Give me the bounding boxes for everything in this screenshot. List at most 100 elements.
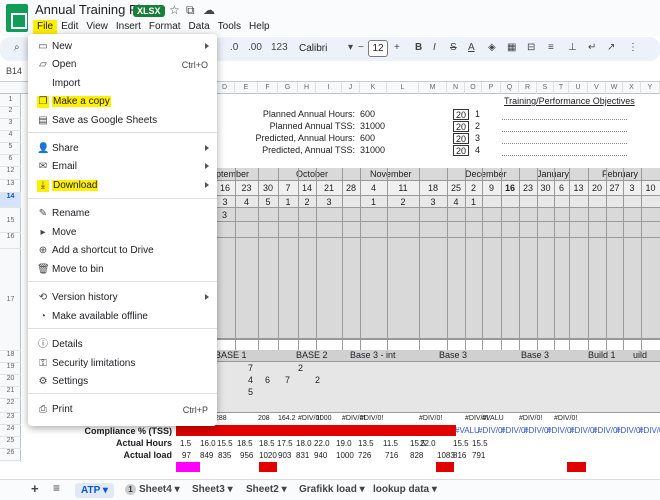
row-header[interactable]: 4 (0, 131, 21, 143)
date-cell[interactable]: 21 (316, 183, 342, 193)
date-cell[interactable]: 14 (298, 183, 316, 193)
file-menu-download[interactable]: ⤓ Download (28, 177, 217, 195)
column-header[interactable]: F (258, 82, 278, 94)
objective-priority[interactable]: 20 (453, 133, 469, 144)
row-header[interactable]: 16 (0, 233, 21, 249)
file-menu-save-as-sheets[interactable]: ▤ Save as Google Sheets (28, 112, 217, 130)
week-cell[interactable]: 3 (316, 197, 342, 207)
strikethrough-icon[interactable]: S (450, 42, 457, 53)
actual-load-cell[interactable]: 956 (240, 451, 253, 460)
actual-load-cell[interactable]: 97 (182, 451, 191, 460)
add-sheet-icon[interactable]: + (31, 481, 39, 496)
actual-load-cell[interactable]: 791 (472, 451, 485, 460)
actual-hours-cell[interactable]: 16.0 (200, 439, 216, 448)
row23-cell[interactable]: 164.2 (278, 415, 296, 422)
actual-hours-cell[interactable]: 1.5 (180, 439, 191, 448)
date-cell[interactable]: 4 (360, 183, 387, 193)
row-header[interactable]: 1 (0, 96, 21, 107)
menu-edit[interactable]: Edit (57, 20, 82, 34)
column-header[interactable]: X (623, 82, 641, 94)
date-cell[interactable]: 23 (519, 183, 537, 193)
column-header[interactable]: H (298, 82, 316, 94)
row-header[interactable]: 12 (0, 167, 21, 180)
number-format-button[interactable]: 123 (271, 42, 288, 53)
file-menu-add-shortcut[interactable]: ⊕ Add a shortcut to Drive (28, 242, 217, 260)
row19-value[interactable]: 2 (298, 363, 303, 373)
row-header[interactable]: 15 (0, 208, 21, 233)
menu-tools[interactable]: Tools (214, 20, 245, 34)
menu-insert[interactable]: Insert (112, 20, 145, 34)
row-header[interactable]: 20 (0, 375, 21, 387)
text-color-icon[interactable]: A (468, 42, 475, 53)
row-header[interactable]: 2 (0, 107, 21, 119)
sheet-tab-lookup-data[interactable]: lookup data ▾ (373, 484, 437, 495)
week-cell[interactable]: 4 (235, 197, 258, 207)
file-menu-offline[interactable]: ◔ Make available offline (28, 308, 217, 326)
file-menu-move[interactable]: ▸ Move (28, 224, 217, 242)
row23-cell[interactable]: #VALU (482, 415, 504, 422)
date-cell[interactable]: 20 (588, 183, 606, 193)
menu-view[interactable]: View (82, 20, 112, 34)
column-header[interactable]: J (342, 82, 360, 94)
compliance-cell[interactable]: #DIV/0! (639, 426, 660, 435)
sheet-tab-grafikk-load[interactable]: Grafikk load ▾ (299, 484, 365, 495)
planned-tss-value[interactable]: 31000 (360, 121, 385, 131)
row23-cell[interactable]: #DIV/0! (519, 415, 542, 422)
row23-cell[interactable]: 208 (258, 415, 270, 422)
column-header[interactable]: T (554, 82, 569, 94)
column-header[interactable]: L (387, 82, 419, 94)
date-cell[interactable]: 23 (235, 183, 258, 193)
more-options-icon[interactable]: ⋮ (628, 42, 638, 53)
week-cell[interactable]: 1 (278, 197, 298, 207)
file-menu-make-copy[interactable]: ❐ Make a copy (28, 93, 217, 111)
week-cell[interactable]: 3 (215, 197, 235, 207)
row-header[interactable]: 22 (0, 399, 21, 413)
actual-load-cell[interactable]: 903 (278, 451, 291, 460)
bold-icon[interactable]: B (415, 42, 422, 53)
date-cell[interactable]: 6 (554, 183, 569, 193)
row-header[interactable]: 24 (0, 425, 21, 437)
row-header[interactable]: 23 (0, 413, 21, 425)
name-box[interactable]: B14 (6, 66, 22, 76)
row-header[interactable]: 3 (0, 119, 21, 131)
row15-value[interactable]: 3 (222, 210, 227, 220)
font-size-input[interactable]: 12 (368, 40, 388, 57)
actual-hours-cell[interactable]: 18.0 (296, 439, 312, 448)
date-cell[interactable]: 18 (419, 183, 447, 193)
date-cell[interactable]: 7 (278, 183, 298, 193)
row-header[interactable]: 25 (0, 437, 21, 449)
row-header[interactable]: 18 (0, 351, 21, 363)
actual-load-cell[interactable]: 816 (453, 451, 466, 460)
week-cell[interactable]: 2 (387, 197, 419, 207)
sheet-tab-sheet4[interactable]: 1 Sheet4 ▾ (125, 484, 180, 495)
menu-data[interactable]: Data (185, 20, 214, 34)
compliance-cell[interactable]: #VALU (455, 426, 480, 435)
actual-load-cell[interactable]: 828 (410, 451, 423, 460)
row20-value[interactable]: 7 (285, 375, 290, 385)
row-header[interactable]: 21 (0, 387, 21, 399)
file-menu-rename[interactable]: ✎ Rename (28, 205, 217, 223)
date-cell[interactable]: 10 (641, 183, 660, 193)
date-cell[interactable]: 30 (537, 183, 554, 193)
date-cell[interactable]: 9 (482, 183, 501, 193)
row21-value[interactable]: 5 (248, 387, 253, 397)
text-rotation-icon[interactable]: ↗ (607, 42, 615, 53)
week-cell[interactable]: 5 (258, 197, 278, 207)
row-header[interactable]: 13 (0, 180, 21, 193)
actual-load-cell[interactable]: 1000 (336, 451, 354, 460)
date-cell[interactable]: 27 (606, 183, 623, 193)
row-header[interactable]: 26 (0, 449, 21, 461)
star-icon[interactable]: ☆ (169, 3, 180, 17)
file-menu-details[interactable]: ⓘ Details (28, 336, 217, 354)
text-wrap-icon[interactable]: ↵ (588, 42, 596, 53)
row-header[interactable]: 17 (0, 249, 21, 351)
file-menu-version-history[interactable]: ⟲ Version history (28, 289, 217, 307)
column-header[interactable]: M (419, 82, 447, 94)
all-sheets-icon[interactable]: ≡ (53, 481, 60, 495)
column-header[interactable]: K (360, 82, 387, 94)
column-header[interactable]: R (519, 82, 537, 94)
search-menus-icon[interactable]: ⌕ (14, 42, 20, 53)
objective-priority[interactable]: 20 (453, 121, 469, 132)
file-menu-settings[interactable]: ⚙ Settings (28, 373, 217, 391)
actual-hours-cell[interactable]: 19.0 (336, 439, 352, 448)
